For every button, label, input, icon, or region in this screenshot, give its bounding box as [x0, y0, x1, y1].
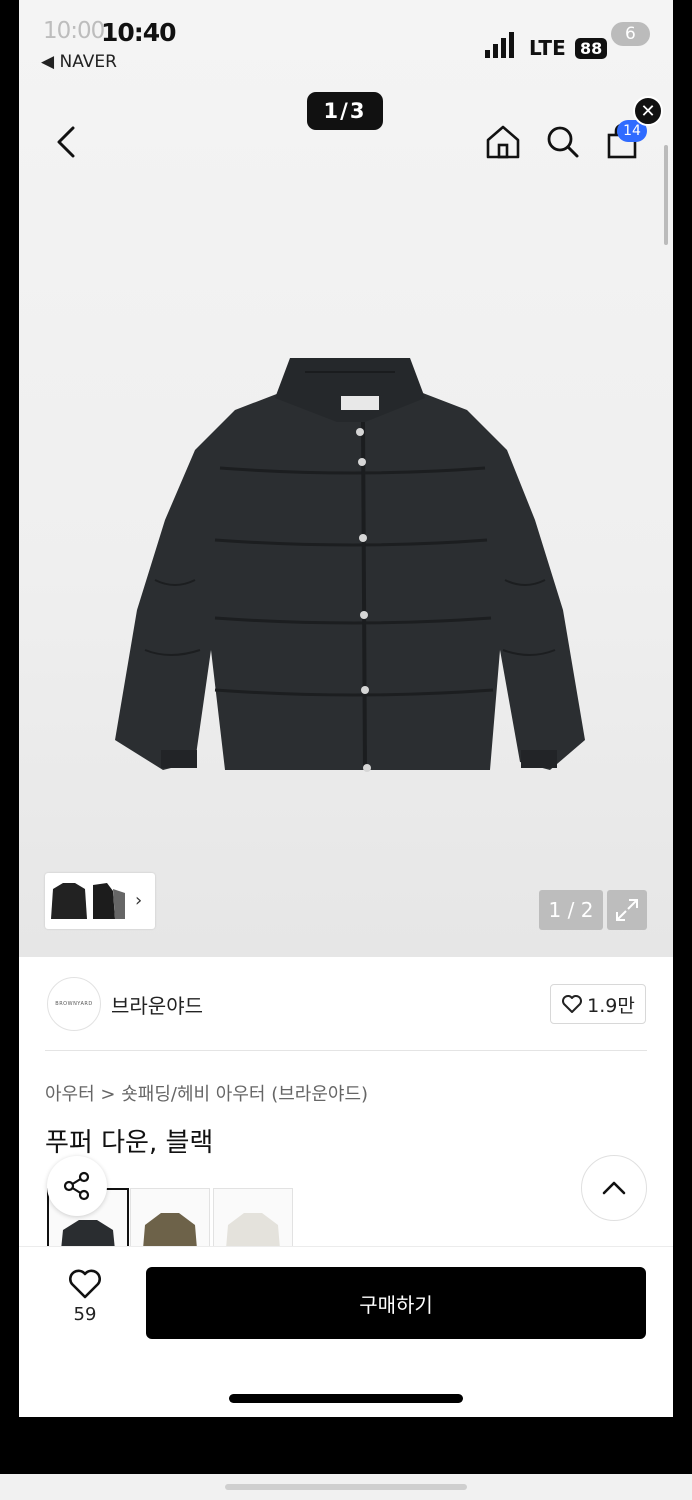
search-icon[interactable] — [543, 122, 583, 162]
chevron-up-icon — [602, 1181, 626, 1195]
status-time: 10:40 — [101, 18, 177, 47]
buy-button[interactable]: 구매하기 — [146, 1267, 646, 1339]
status-bar: 10:00 10:40 ◀ NAVER LTE 88 6 — [19, 0, 673, 80]
divider — [45, 1050, 647, 1051]
product-image-jacket — [115, 358, 585, 772]
wishlist-button[interactable]: 59 — [63, 1268, 107, 1338]
thumbnail-next-arrow[interactable]: › — [135, 890, 142, 911]
color-swatch-image — [143, 1213, 197, 1249]
back-to-naver-link[interactable]: ◀ NAVER — [41, 52, 117, 72]
signal-icon — [485, 32, 514, 58]
share-icon — [63, 1171, 90, 1201]
color-swatch-image — [226, 1213, 280, 1249]
system-gesture-handle[interactable] — [225, 1484, 467, 1490]
brand-like-count: 1.9만 — [587, 994, 635, 1017]
category-breadcrumb[interactable]: 아우터 > 숏패딩/헤비 아우터 (브라운야드) — [45, 1080, 368, 1106]
close-button[interactable]: ✕ — [633, 96, 663, 126]
notification-count: 6 — [611, 22, 650, 46]
product-title: 푸퍼 다운, 블랙 — [45, 1128, 214, 1158]
product-photo-area[interactable]: 10:00 10:40 ◀ NAVER LTE 88 6 1/3 14 ✕ › … — [19, 0, 673, 957]
product-detail-screen: 10:00 10:40 ◀ NAVER LTE 88 6 1/3 14 ✕ › … — [19, 0, 673, 1417]
color-option-khaki[interactable] — [130, 1188, 210, 1250]
share-button[interactable] — [47, 1156, 107, 1216]
wishlist-count: 59 — [73, 1304, 97, 1325]
color-option-ivory[interactable] — [213, 1188, 293, 1250]
scroll-indicator[interactable] — [664, 145, 668, 245]
scroll-top-button[interactable] — [581, 1155, 647, 1221]
status-time-overlay: 10:00 — [43, 18, 105, 44]
home-icon[interactable] — [483, 122, 523, 162]
back-arrow-icon[interactable] — [51, 122, 83, 162]
home-indicator — [229, 1394, 463, 1403]
brand-logo[interactable]: BROWNYARD — [47, 977, 101, 1031]
heart-icon — [69, 1269, 101, 1299]
thumbnail-image — [51, 883, 125, 919]
gallery-pager: 1 / 2 — [539, 890, 603, 930]
brand-like-button[interactable]: 1.9만 — [550, 984, 646, 1024]
network-type: LTE — [529, 36, 566, 60]
battery-level: 88 — [575, 38, 608, 59]
expand-icon[interactable] — [607, 890, 647, 930]
image-counter: 1/3 — [307, 92, 383, 130]
heart-icon — [562, 995, 583, 1013]
brand-name[interactable]: 브라운야드 — [111, 990, 203, 1019]
